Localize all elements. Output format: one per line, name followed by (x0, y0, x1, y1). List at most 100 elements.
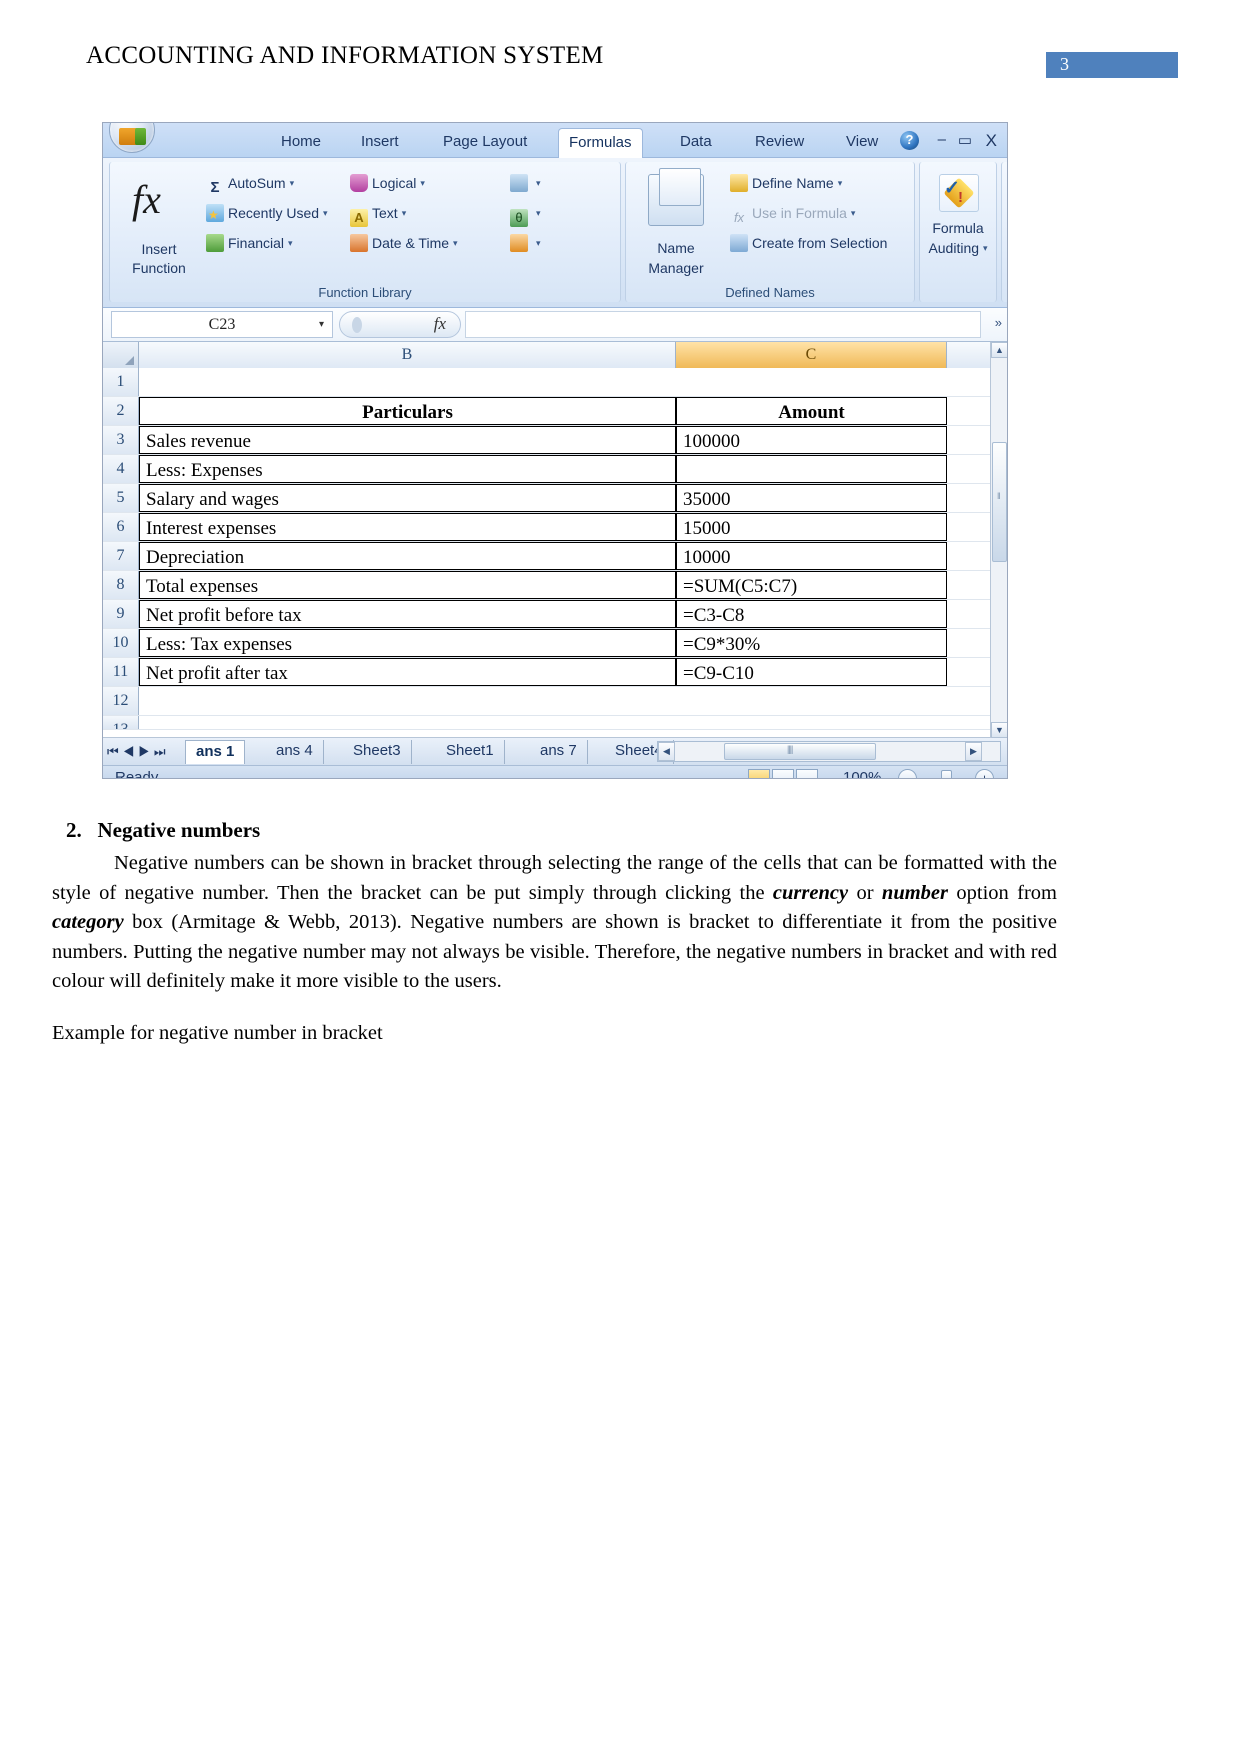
minimize-icon[interactable]: – (938, 131, 946, 148)
cell-c8[interactable]: =SUM(C5:C7) (676, 571, 947, 599)
cell-b4[interactable]: Less: Expenses (139, 455, 676, 483)
cell-d8[interactable] (947, 571, 992, 599)
recently-used-button[interactable]: Recently Used▾ (206, 200, 328, 228)
scroll-left-icon[interactable]: ◀ (658, 742, 675, 761)
row-header[interactable]: 6 (103, 513, 139, 541)
cell-d4[interactable] (947, 455, 992, 483)
scroll-right-icon[interactable]: ▶ (965, 742, 982, 761)
sheet-tab-sheet3[interactable]: Sheet3 (343, 740, 412, 764)
sheet-tab-ans-7[interactable]: ans 7 (530, 740, 588, 764)
cell-c9[interactable]: =C3-C8 (676, 600, 947, 628)
calculation-chevron[interactable]: ▾ (1002, 238, 1007, 258)
column-header-d[interactable] (947, 342, 992, 368)
cell-c3[interactable]: 100000 (676, 426, 947, 454)
formula-input[interactable] (465, 311, 981, 338)
name-manager-icon[interactable] (648, 168, 704, 226)
insert-function-icon[interactable]: fx (132, 176, 161, 223)
row-header[interactable]: 10 (103, 629, 139, 657)
financial-button[interactable]: Financial ▾ (206, 230, 293, 256)
calculation-button[interactable]: Calculation (1002, 218, 1007, 238)
insert-function-label[interactable]: Insert Function (116, 240, 202, 278)
row-header[interactable]: 11 (103, 658, 139, 686)
sheet-tab-ans-1[interactable]: ans 1 (185, 740, 246, 764)
cell-b1[interactable] (139, 368, 676, 396)
chevron-down-icon[interactable]: ▾ (536, 178, 541, 188)
scroll-up-icon[interactable]: ▲ (991, 342, 1007, 358)
column-header-c[interactable]: C (676, 342, 947, 368)
help-icon[interactable]: ? (900, 131, 919, 150)
page-break-view-icon[interactable] (796, 769, 818, 778)
column-header-b[interactable]: B (139, 342, 676, 368)
chevron-down-icon[interactable]: ▾ (536, 238, 541, 248)
cell-b2[interactable]: Particulars (139, 397, 676, 425)
cell-c12[interactable] (676, 687, 947, 715)
cell-d5[interactable] (947, 484, 992, 512)
cell-d13[interactable] (947, 716, 992, 729)
row-header[interactable]: 1 (103, 368, 139, 396)
ribbon-tab-data[interactable]: Data (670, 128, 722, 158)
normal-view-icon[interactable] (748, 769, 770, 778)
cell-c6[interactable]: 15000 (676, 513, 947, 541)
sheet-tab-ans-4[interactable]: ans 4 (266, 740, 324, 764)
page-layout-view-icon[interactable] (772, 769, 794, 778)
math-trig-button[interactable]: θ ▾ (510, 200, 541, 227)
use-in-formula-button[interactable]: fx Use in Formula ▾ (730, 200, 856, 226)
sheet-nav-buttons[interactable]: ⏮◀▶⏭ (107, 742, 183, 762)
chevron-down-icon[interactable]: ▾ (319, 312, 324, 338)
chevron-down-icon[interactable]: ▾ (402, 208, 407, 218)
vertical-scroll-thumb[interactable] (992, 442, 1007, 562)
cell-b10[interactable]: Less: Tax expenses (139, 629, 676, 657)
cell-d1[interactable] (947, 368, 992, 396)
first-sheet-icon[interactable]: ⏮ (107, 744, 123, 759)
zoom-out-icon[interactable]: − (898, 769, 917, 778)
cell-d9[interactable] (947, 600, 992, 628)
chevron-down-icon[interactable]: ▾ (983, 243, 988, 253)
next-sheet-icon[interactable]: ▶ (138, 744, 154, 759)
cell-c2[interactable]: Amount (676, 397, 947, 425)
create-from-selection-button[interactable]: Create from Selection (730, 230, 887, 256)
cell-c5[interactable]: 35000 (676, 484, 947, 512)
chevron-down-icon[interactable]: ▾ (420, 178, 425, 188)
cell-c11[interactable]: =C9-C10 (676, 658, 947, 686)
row-header[interactable]: 12 (103, 687, 139, 715)
horizontal-scrollbar[interactable]: ◀ ▶ (657, 741, 1001, 762)
zoom-slider-handle[interactable] (941, 770, 952, 778)
row-header[interactable]: 7 (103, 542, 139, 570)
cell-b9[interactable]: Net profit before tax (139, 600, 676, 628)
row-header[interactable]: 9 (103, 600, 139, 628)
chevron-down-icon[interactable]: ▾ (323, 208, 328, 218)
cell-b8[interactable]: Total expenses (139, 571, 676, 599)
cell-c7[interactable]: 10000 (676, 542, 947, 570)
sheet-tab-sheet1[interactable]: Sheet1 (436, 740, 505, 764)
formula-auditing-button[interactable]: Auditing ▾ (920, 238, 996, 258)
last-sheet-icon[interactable]: ⏭ (154, 744, 170, 759)
cell-b6[interactable]: Interest expenses (139, 513, 676, 541)
cell-d12[interactable] (947, 687, 992, 715)
cell-d2[interactable] (947, 397, 992, 425)
cell-c4[interactable] (676, 455, 947, 483)
cell-d11[interactable] (947, 658, 992, 686)
autosum-button[interactable]: Σ AutoSum ▾ (206, 170, 294, 196)
insert-function-fx-button[interactable]: fx (339, 311, 461, 338)
row-header[interactable]: 5 (103, 484, 139, 512)
close-icon[interactable]: X (986, 131, 997, 151)
ribbon-tab-formulas[interactable]: Formulas (558, 128, 643, 158)
vertical-scrollbar[interactable]: ▲ ▼ (990, 342, 1007, 738)
cell-b12[interactable] (139, 687, 676, 715)
more-functions-button[interactable]: ▾ (510, 230, 541, 256)
ribbon-tab-view[interactable]: View (836, 128, 888, 158)
chevron-down-icon[interactable]: ▾ (288, 238, 293, 248)
ribbon-tab-page-layout[interactable]: Page Layout (433, 128, 537, 158)
expand-formula-bar-icon[interactable]: » (995, 315, 1002, 330)
name-box[interactable]: C23 ▾ (111, 311, 333, 338)
row-header[interactable]: 8 (103, 571, 139, 599)
logical-button[interactable]: Logical ▾ (350, 170, 425, 196)
zoom-in-icon[interactable]: + (975, 769, 994, 778)
name-manager-button[interactable]: Name Manager (626, 238, 726, 278)
zoom-level[interactable]: 100% (843, 769, 881, 778)
chevron-down-icon[interactable]: ▾ (838, 178, 843, 188)
scroll-down-icon[interactable]: ▼ (991, 722, 1007, 738)
row-header[interactable]: 3 (103, 426, 139, 454)
row-header[interactable]: 4 (103, 455, 139, 483)
define-name-button[interactable]: Define Name ▾ (730, 170, 842, 196)
